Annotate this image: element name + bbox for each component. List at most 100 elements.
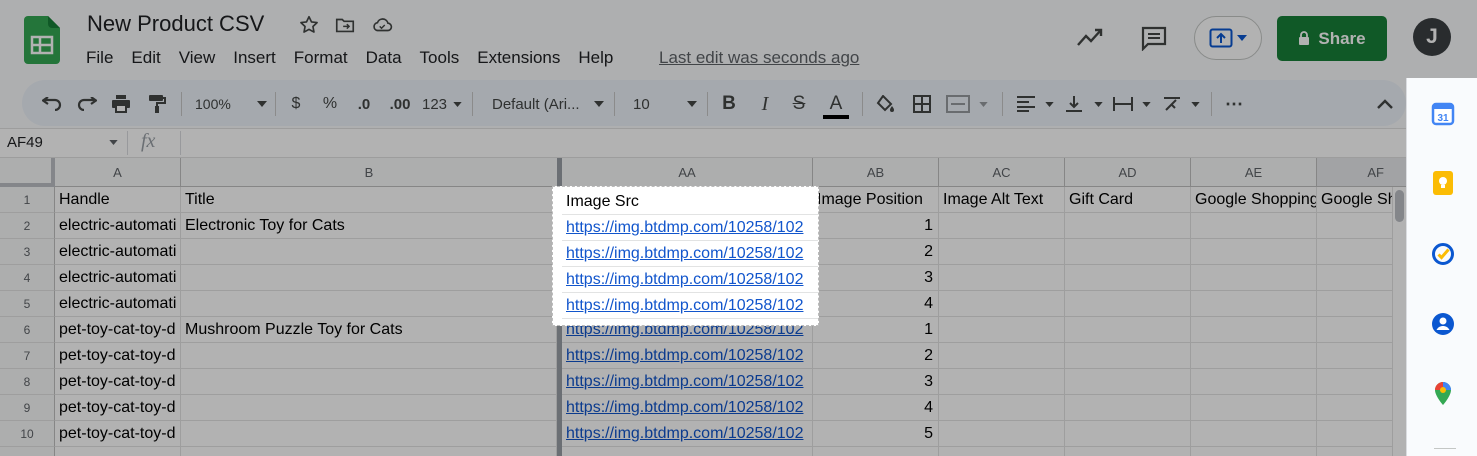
cloud-saved-icon[interactable] xyxy=(370,13,394,37)
present-dropdown-icon[interactable] xyxy=(1237,35,1247,41)
cell-image-position[interactable]: 2 xyxy=(813,343,939,369)
cell-image-position[interactable]: 4 xyxy=(813,291,939,317)
header-cell[interactable]: Image Alt Text xyxy=(939,187,1065,213)
maps-icon[interactable] xyxy=(1430,381,1456,407)
row-header[interactable]: 1 xyxy=(0,187,55,213)
cell-gift-card[interactable] xyxy=(1065,317,1191,343)
cell-gift-card[interactable] xyxy=(1065,447,1191,456)
highlight-cell-link[interactable]: https://img.btdmp.com/10258/102 xyxy=(562,241,818,267)
column-header-a[interactable]: A xyxy=(55,158,181,187)
bold-button[interactable]: B xyxy=(719,92,739,116)
cell-image-position[interactable]: 4 xyxy=(813,395,939,421)
menu-help[interactable]: Help xyxy=(578,48,613,70)
row-header[interactable]: 4 xyxy=(0,265,55,291)
menu-edit[interactable]: Edit xyxy=(131,48,160,70)
cell-image-position[interactable]: 1 xyxy=(813,317,939,343)
cell-google-shopping[interactable] xyxy=(1191,395,1317,421)
header-cell[interactable]: Gift Card xyxy=(1065,187,1191,213)
cell-image-alt-text[interactable] xyxy=(939,447,1065,456)
menu-format[interactable]: Format xyxy=(294,48,348,70)
row-header[interactable]: 3 xyxy=(0,239,55,265)
name-box-chevron-down-icon[interactable] xyxy=(109,140,118,145)
cell-handle[interactable]: electric-automati xyxy=(55,291,181,317)
menu-view[interactable]: View xyxy=(179,48,216,70)
fill-color-icon[interactable] xyxy=(874,92,896,116)
cell-handle[interactable]: pet-toy-cat-toy-d xyxy=(55,395,181,421)
menu-insert[interactable]: Insert xyxy=(233,48,276,70)
activity-trend-icon[interactable] xyxy=(1075,24,1105,52)
column-header-aa[interactable]: AA xyxy=(562,158,813,187)
present-button[interactable] xyxy=(1194,16,1262,60)
cell-image-alt-text[interactable] xyxy=(939,265,1065,291)
highlight-cell-link[interactable]: https://img.btdmp.com/10258/102 xyxy=(562,293,818,319)
cell-image-alt-text[interactable] xyxy=(939,395,1065,421)
menu-tools[interactable]: Tools xyxy=(420,48,460,70)
cell-image-src[interactable]: https://img.btdmp.com/10258/102 xyxy=(562,395,813,421)
cell-gift-card[interactable] xyxy=(1065,369,1191,395)
cell-image-alt-text[interactable] xyxy=(939,343,1065,369)
last-edit-link[interactable]: Last edit was seconds ago xyxy=(659,48,859,68)
row-header[interactable]: 10 xyxy=(0,421,55,447)
cell-google-shopping[interactable] xyxy=(1191,447,1317,456)
cell-google-shopping[interactable] xyxy=(1191,343,1317,369)
row-header[interactable]: 2 xyxy=(0,213,55,239)
more-formats-button[interactable]: 123 xyxy=(422,92,462,116)
font-size-select[interactable]: 10 xyxy=(633,92,697,116)
cell-image-position[interactable]: 5 xyxy=(813,421,939,447)
decrease-decimal-button[interactable]: .0 xyxy=(352,92,376,116)
menu-file[interactable]: File xyxy=(86,48,113,70)
cell-image-src[interactable]: https://img.btdmp.com/10258/102 xyxy=(562,369,813,395)
header-cell[interactable]: Handle xyxy=(55,187,181,213)
cell-image-alt-text[interactable] xyxy=(939,291,1065,317)
redo-icon[interactable] xyxy=(75,92,99,116)
header-cell[interactable]: Image Position xyxy=(813,187,939,213)
print-icon[interactable] xyxy=(109,92,133,116)
cell-image-alt-text[interactable] xyxy=(939,213,1065,239)
cell-google-shopping[interactable] xyxy=(1191,265,1317,291)
header-cell[interactable]: Google Shopping xyxy=(1191,187,1317,213)
cell-gift-card[interactable] xyxy=(1065,291,1191,317)
text-wrapping-icon[interactable] xyxy=(1113,92,1151,116)
cell-image-src[interactable]: https://img.btdmp.com/10258/102 xyxy=(562,421,813,447)
column-header-af[interactable]: AF xyxy=(1317,158,1406,187)
cell-image-src[interactable] xyxy=(562,447,813,456)
cell-google-shopping[interactable] xyxy=(1191,421,1317,447)
text-color-button[interactable]: A xyxy=(822,92,850,120)
more-options-icon[interactable]: ⋯ xyxy=(1222,92,1246,116)
cell-google-shopping[interactable] xyxy=(1191,239,1317,265)
cell-gift-card[interactable] xyxy=(1065,395,1191,421)
row-header[interactable]: 7 xyxy=(0,343,55,369)
cell-image-position[interactable]: 3 xyxy=(813,369,939,395)
cell-title[interactable] xyxy=(181,291,557,317)
column-header-ab[interactable]: AB xyxy=(813,158,939,187)
cell-image-src[interactable]: https://img.btdmp.com/10258/102 xyxy=(562,343,813,369)
cell-google-shopping[interactable] xyxy=(1191,213,1317,239)
cell-gift-card[interactable] xyxy=(1065,343,1191,369)
cell-handle[interactable]: pet-toy-cat-toy-d xyxy=(55,421,181,447)
vertical-align-icon[interactable] xyxy=(1065,92,1103,116)
cell-title[interactable] xyxy=(181,343,557,369)
cell-image-alt-text[interactable] xyxy=(939,317,1065,343)
row-header[interactable]: 6 xyxy=(0,317,55,343)
row-header[interactable]: 9 xyxy=(0,395,55,421)
cell-image-alt-text[interactable] xyxy=(939,421,1065,447)
highlight-cell-link[interactable]: https://img.btdmp.com/10258/102 xyxy=(562,267,818,293)
cell-handle[interactable]: pet-toy-cat-toy-d xyxy=(55,343,181,369)
cell-image-alt-text[interactable] xyxy=(939,239,1065,265)
copied-range-highlight[interactable]: Image Src https://img.btdmp.com/10258/10… xyxy=(552,186,819,326)
calendar-icon[interactable]: 31 xyxy=(1430,101,1456,127)
scrollbar-thumb[interactable] xyxy=(1395,190,1404,222)
cell-handle[interactable] xyxy=(55,447,181,456)
comments-icon[interactable] xyxy=(1139,24,1169,52)
name-box[interactable]: AF49 xyxy=(7,134,43,151)
percent-format-button[interactable]: % xyxy=(321,92,339,116)
cell-title[interactable] xyxy=(181,369,557,395)
share-button[interactable]: Share xyxy=(1277,16,1387,61)
cell-image-position[interactable]: 3 xyxy=(813,265,939,291)
column-header-ae[interactable]: AE xyxy=(1191,158,1317,187)
borders-icon[interactable] xyxy=(911,92,933,116)
cell-title[interactable] xyxy=(181,447,557,456)
formula-input[interactable] xyxy=(184,130,1394,156)
cell-image-alt-text[interactable] xyxy=(939,369,1065,395)
keep-icon[interactable] xyxy=(1430,170,1456,196)
